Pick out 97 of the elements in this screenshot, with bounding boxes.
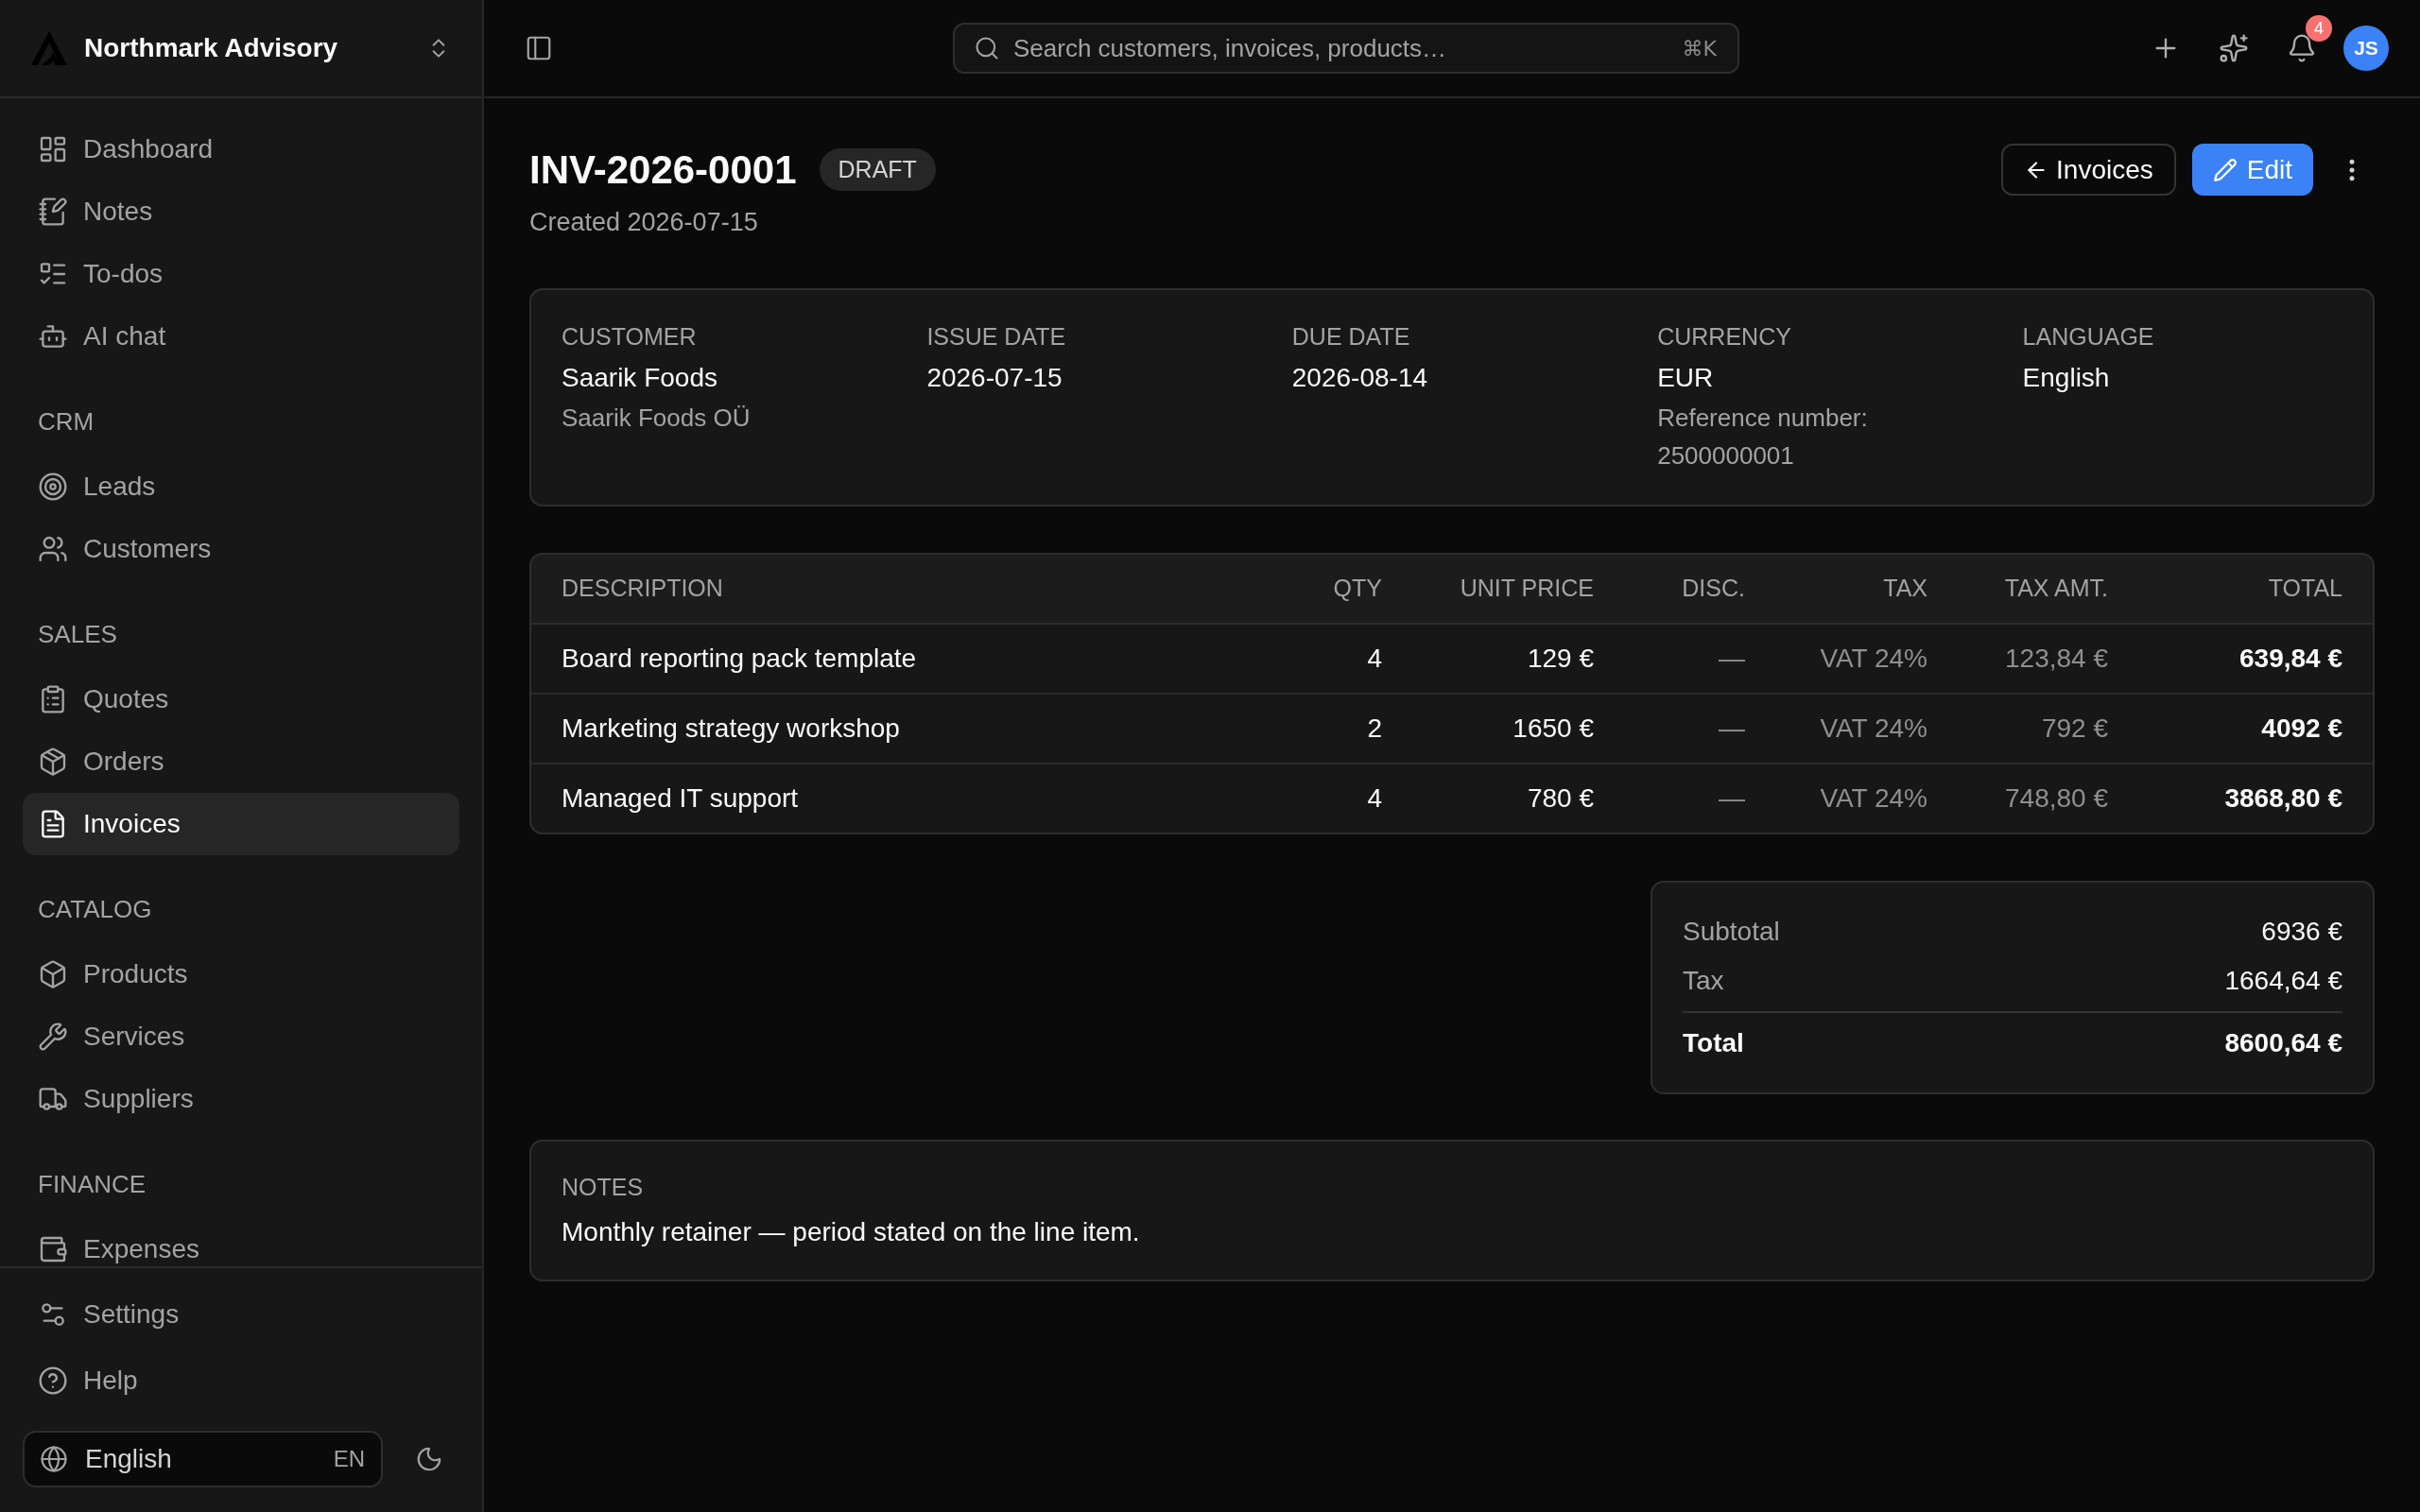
detail-label: ISSUE DATE bbox=[926, 323, 1066, 350]
sidebar-item[interactable]: Settings bbox=[23, 1281, 459, 1348]
detail-subtext: Saarik Foods OÜ bbox=[562, 403, 751, 434]
created-date: Created 2026-07-15 bbox=[529, 207, 758, 238]
search-input[interactable]: Search customers, invoices, products… bbox=[1013, 29, 1669, 67]
column-header: TAX bbox=[1883, 574, 1927, 604]
help-icon bbox=[38, 1366, 68, 1396]
notes-label: NOTES bbox=[562, 1173, 644, 1202]
detail-label: LANGUAGE bbox=[2022, 323, 2154, 350]
table-cell-text: Board reporting pack template bbox=[562, 643, 917, 675]
section-label: CRM bbox=[37, 405, 95, 438]
table-cell-text: 3868,80 € bbox=[2224, 782, 2342, 815]
keyboard-shortcut: ⌘K bbox=[1682, 35, 1717, 62]
table-cell-text: 4 bbox=[1367, 782, 1382, 815]
detail-label: CUSTOMER bbox=[562, 323, 697, 350]
sidebar-item[interactable]: Suppliers bbox=[23, 1068, 459, 1130]
sidebar-item[interactable]: Expenses bbox=[23, 1218, 459, 1266]
box-icon bbox=[38, 959, 68, 989]
table-cell-text: — bbox=[1719, 643, 1745, 675]
user-avatar[interactable]: JS bbox=[2343, 26, 2389, 71]
search-icon bbox=[974, 35, 1000, 61]
search-field[interactable]: Search customers, invoices, products… ⌘K bbox=[953, 23, 1739, 74]
sparkles-icon[interactable] bbox=[2219, 33, 2249, 63]
table-cell-text: 792 € bbox=[2041, 713, 2108, 745]
detail-value: English bbox=[2022, 362, 2110, 394]
column-header: UNIT PRICE bbox=[1460, 574, 1594, 604]
table-cell-text: 4092 € bbox=[2261, 713, 2342, 745]
table-cell-text: 748,80 € bbox=[2005, 782, 2108, 815]
wallet-icon bbox=[38, 1234, 68, 1264]
table-cell-text: 4 bbox=[1367, 643, 1382, 675]
table-cell-text: VAT 24% bbox=[1820, 782, 1927, 815]
table-cell-text: VAT 24% bbox=[1820, 643, 1927, 675]
sidebar-item[interactable]: Quotes bbox=[23, 668, 459, 730]
totals-label: Total bbox=[1683, 1027, 1744, 1059]
sidebar-item[interactable]: Help bbox=[23, 1348, 459, 1414]
back-button[interactable]: Invoices bbox=[2001, 144, 2176, 196]
table-cell-text: 129 € bbox=[1527, 643, 1594, 675]
table-cell-text: 1650 € bbox=[1512, 713, 1594, 745]
column-header: QTY bbox=[1333, 574, 1382, 604]
column-header: TOTAL bbox=[2268, 574, 2342, 604]
sidebar-item[interactable]: Invoices bbox=[23, 793, 459, 855]
users-icon bbox=[38, 534, 68, 564]
bell-icon[interactable] bbox=[2287, 33, 2317, 63]
target-icon bbox=[38, 472, 68, 502]
table-cell-text: VAT 24% bbox=[1820, 713, 1927, 745]
totals-label: Tax bbox=[1683, 965, 1724, 997]
detail-value: 2026-07-15 bbox=[926, 362, 1063, 394]
detail-value: Saarik Foods bbox=[562, 362, 717, 394]
status-badge: DRAFT bbox=[819, 148, 936, 191]
table-cell-text: 780 € bbox=[1527, 782, 1594, 815]
section-label: SALES bbox=[37, 618, 118, 650]
detail-value: EUR bbox=[1657, 362, 1714, 394]
sidebar-item[interactable]: Services bbox=[23, 1005, 459, 1068]
sidebar-item[interactable]: Products bbox=[23, 943, 459, 1005]
moon-icon[interactable] bbox=[415, 1445, 443, 1473]
section-label: CATALOG bbox=[37, 893, 153, 925]
edit-button[interactable]: Edit bbox=[2191, 144, 2313, 196]
wrench-icon bbox=[38, 1022, 68, 1052]
table-cell-text: 2 bbox=[1367, 713, 1382, 745]
sidebar-item[interactable]: AI chat bbox=[23, 305, 459, 368]
totals-value: 1664,64 € bbox=[2224, 965, 2342, 997]
globe-icon bbox=[40, 1445, 68, 1473]
totals-label: Subtotal bbox=[1683, 916, 1780, 948]
totals-value: 8600,64 € bbox=[2224, 1027, 2342, 1059]
table-cell-text: 123,84 € bbox=[2005, 643, 2108, 675]
detail-subtext: 2500000001 bbox=[1657, 440, 1794, 472]
table-cell-text: — bbox=[1719, 713, 1745, 745]
notes-text: Monthly retainer — period stated on the line item. bbox=[562, 1216, 1140, 1248]
detail-subtext: Reference number: bbox=[1657, 403, 1868, 434]
package-icon bbox=[38, 747, 68, 777]
layout-grid-icon bbox=[38, 134, 68, 164]
column-header: DESCRIPTION bbox=[562, 574, 723, 604]
notification-badge: 4 bbox=[2306, 15, 2332, 42]
totals-value: 6936 € bbox=[2261, 916, 2342, 948]
column-header: TAX AMT. bbox=[2004, 574, 2108, 604]
table-cell-text: Marketing strategy workshop bbox=[562, 713, 900, 745]
sidebar-item[interactable]: Orders bbox=[23, 730, 459, 793]
language-code: EN bbox=[333, 1445, 365, 1473]
pencil-icon bbox=[2212, 157, 2238, 182]
table-cell-text: — bbox=[1719, 782, 1745, 815]
table-cell-text: 639,84 € bbox=[2239, 643, 2342, 675]
sidebar-toggle-icon[interactable] bbox=[525, 34, 553, 62]
detail-value: 2026-08-14 bbox=[1291, 362, 1428, 394]
language-select[interactable]: English EN bbox=[23, 1431, 383, 1487]
detail-label: DUE DATE bbox=[1291, 323, 1410, 350]
section-label: FINANCE bbox=[37, 1168, 147, 1200]
table-cell-text: Managed IT support bbox=[562, 782, 799, 815]
workspace-switcher[interactable]: Northmark Advisory bbox=[23, 14, 459, 82]
sidebar-item[interactable]: To-dos bbox=[23, 243, 459, 305]
sidebar-item[interactable]: Notes bbox=[23, 180, 459, 243]
detail-label: CURRENCY bbox=[1657, 323, 1791, 350]
column-header: DISC. bbox=[1682, 574, 1745, 604]
notebook-pen-icon bbox=[38, 197, 68, 227]
sidebar-item[interactable]: Customers bbox=[23, 518, 459, 580]
invoice-number: INV-2026-0001 bbox=[529, 146, 797, 194]
sidebar-item[interactable]: Dashboard bbox=[23, 118, 459, 180]
sidebar-item[interactable]: Leads bbox=[23, 455, 459, 518]
